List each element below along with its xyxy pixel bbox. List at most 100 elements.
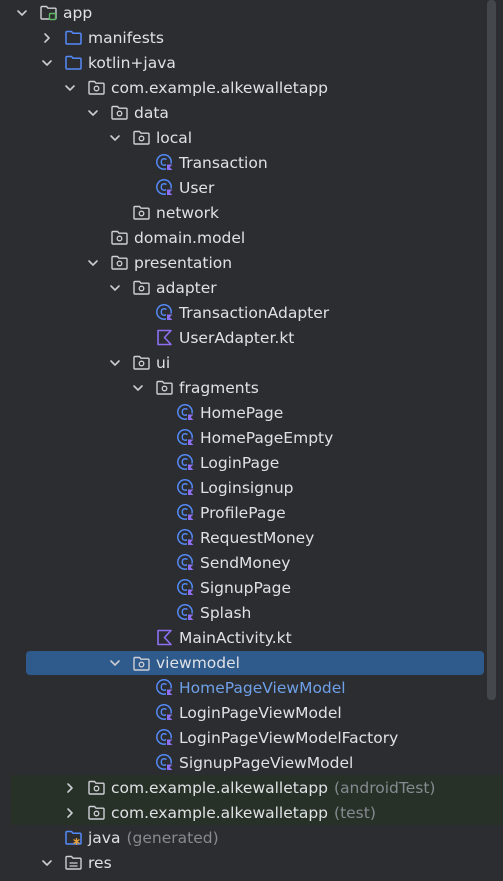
tree-node-home-page-empty[interactable]: HomePageEmpty <box>0 425 503 450</box>
tree-node-transaction-adapter[interactable]: TransactionAdapter <box>0 300 503 325</box>
source-set-suffix: (androidTest) <box>334 778 436 797</box>
tree-node-home-page-view-model[interactable]: HomePageViewModel <box>0 675 503 700</box>
tree-node-main-activity[interactable]: MainActivity.kt <box>0 625 503 650</box>
tree-node-java-generated[interactable]: java (generated) <box>0 825 503 850</box>
tree-node-label: HomePage <box>200 403 284 422</box>
tree-node-label: LoginPageViewModelFactory <box>179 728 399 747</box>
kotlin-class-icon <box>155 753 174 772</box>
kotlin-class-icon <box>176 503 195 522</box>
tree-node-label: TransactionAdapter <box>179 303 330 322</box>
chevron-down-icon[interactable] <box>108 281 122 295</box>
kotlin-class-icon <box>176 528 195 547</box>
tree-node-label: RequestMoney <box>200 528 315 547</box>
tree-node-android-test-package[interactable]: com.example.alkewalletapp (androidTest) <box>11 775 503 800</box>
chevron-down-icon[interactable] <box>86 106 100 120</box>
tree-node-label: User <box>179 178 215 197</box>
tree-node-app[interactable]: app <box>0 0 503 25</box>
tree-node-home-page[interactable]: HomePage <box>0 400 503 425</box>
vertical-scrollbar[interactable] <box>487 0 496 700</box>
kotlin-class-icon <box>176 553 195 572</box>
chevron-right-icon[interactable] <box>63 781 77 795</box>
kotlin-class-icon <box>155 678 174 697</box>
tree-node-label: domain.model <box>134 228 246 247</box>
package-icon <box>132 203 151 222</box>
tree-node-data[interactable]: data <box>0 100 503 125</box>
tree-node-signup-page-view-model[interactable]: SignupPageViewModel <box>0 750 503 775</box>
package-icon <box>132 278 151 297</box>
tree-node-label: manifests <box>88 28 164 47</box>
tree-node-login-page-view-model-factory[interactable]: LoginPageViewModelFactory <box>0 725 503 750</box>
tree-node-transaction[interactable]: Transaction <box>0 150 503 175</box>
chevron-down-icon[interactable] <box>40 856 54 870</box>
tree-node-label: SendMoney <box>200 553 291 572</box>
chevron-down-icon[interactable] <box>131 381 145 395</box>
package-icon <box>132 353 151 372</box>
chevron-down-icon[interactable] <box>108 131 122 145</box>
tree-node-label: HomePageEmpty <box>200 428 334 447</box>
tree-node-profile-page[interactable]: ProfilePage <box>0 500 503 525</box>
tree-node-viewmodel[interactable]: viewmodel <box>26 651 484 675</box>
package-icon <box>87 78 106 97</box>
tree-node-kotlin-java[interactable]: kotlin+java <box>0 50 503 75</box>
source-folder-icon <box>64 53 83 72</box>
package-icon <box>132 128 151 147</box>
kotlin-class-icon <box>155 703 174 722</box>
chevron-right-icon[interactable] <box>40 31 54 45</box>
tree-node-domain-model[interactable]: domain.model <box>0 225 503 250</box>
tree-node-label: SignupPage <box>200 578 291 597</box>
tree-node-label: fragments <box>179 378 259 397</box>
generated-suffix: (generated) <box>126 828 219 847</box>
tree-node-label: ProfilePage <box>200 503 286 522</box>
chevron-down-icon[interactable] <box>15 6 29 20</box>
tree-node-fragments[interactable]: fragments <box>0 375 503 400</box>
tree-node-label: ui <box>156 353 171 372</box>
tree-node-network[interactable]: network <box>0 200 503 225</box>
kotlin-class-icon <box>176 478 195 497</box>
tree-node-send-money[interactable]: SendMoney <box>0 550 503 575</box>
tree-node-main-package[interactable]: com.example.alkewalletapp <box>0 75 503 100</box>
kotlin-class-icon <box>155 178 174 197</box>
tree-node-request-money[interactable]: RequestMoney <box>0 525 503 550</box>
kotlin-class-icon <box>176 578 195 597</box>
tree-node-splash[interactable]: Splash <box>0 600 503 625</box>
tree-node-label: com.example.alkewalletapp <box>111 78 329 97</box>
generated-folder-icon <box>64 828 83 847</box>
tree-node-label: network <box>156 203 219 222</box>
tree-node-label: data <box>134 103 169 122</box>
tree-node-label: HomePageViewModel <box>179 678 346 697</box>
folder-icon <box>64 28 83 47</box>
tree-node-user-adapter[interactable]: UserAdapter.kt <box>0 325 503 350</box>
tree-node-user[interactable]: User <box>0 175 503 200</box>
project-tree: app manifests kotlin+java com.example.al… <box>0 0 503 881</box>
tree-node-presentation[interactable]: presentation <box>0 250 503 275</box>
kotlin-class-icon <box>176 603 195 622</box>
tree-node-res[interactable]: res <box>0 850 503 875</box>
chevron-down-icon[interactable] <box>108 356 122 370</box>
package-icon <box>110 103 129 122</box>
tree-node-adapter[interactable]: adapter <box>0 275 503 300</box>
tree-node-label: res <box>88 853 112 872</box>
package-icon <box>155 378 174 397</box>
tree-node-label: LoginPage <box>200 453 280 472</box>
tree-node-ui[interactable]: ui <box>0 350 503 375</box>
package-icon <box>132 654 151 673</box>
tree-node-signup-page[interactable]: SignupPage <box>0 575 503 600</box>
chevron-down-icon[interactable] <box>63 81 77 95</box>
tree-node-test-package[interactable]: com.example.alkewalletapp (test) <box>11 800 503 825</box>
chevron-down-icon[interactable] <box>108 656 122 670</box>
tree-node-loginsignup[interactable]: Loginsignup <box>0 475 503 500</box>
tree-node-label: SignupPageViewModel <box>179 753 354 772</box>
kotlin-class-icon <box>155 303 174 322</box>
chevron-right-icon[interactable] <box>63 806 77 820</box>
tree-node-label: com.example.alkewalletapp <box>111 803 329 822</box>
chevron-down-icon[interactable] <box>40 56 54 70</box>
kotlin-class-icon <box>176 403 195 422</box>
kotlin-class-icon <box>155 728 174 747</box>
tree-node-manifests[interactable]: manifests <box>0 25 503 50</box>
tree-node-label: java <box>88 828 121 847</box>
tree-node-login-page-view-model[interactable]: LoginPageViewModel <box>0 700 503 725</box>
tree-node-local[interactable]: local <box>0 125 503 150</box>
package-icon <box>110 228 129 247</box>
tree-node-login-page[interactable]: LoginPage <box>0 450 503 475</box>
chevron-down-icon[interactable] <box>86 256 100 270</box>
